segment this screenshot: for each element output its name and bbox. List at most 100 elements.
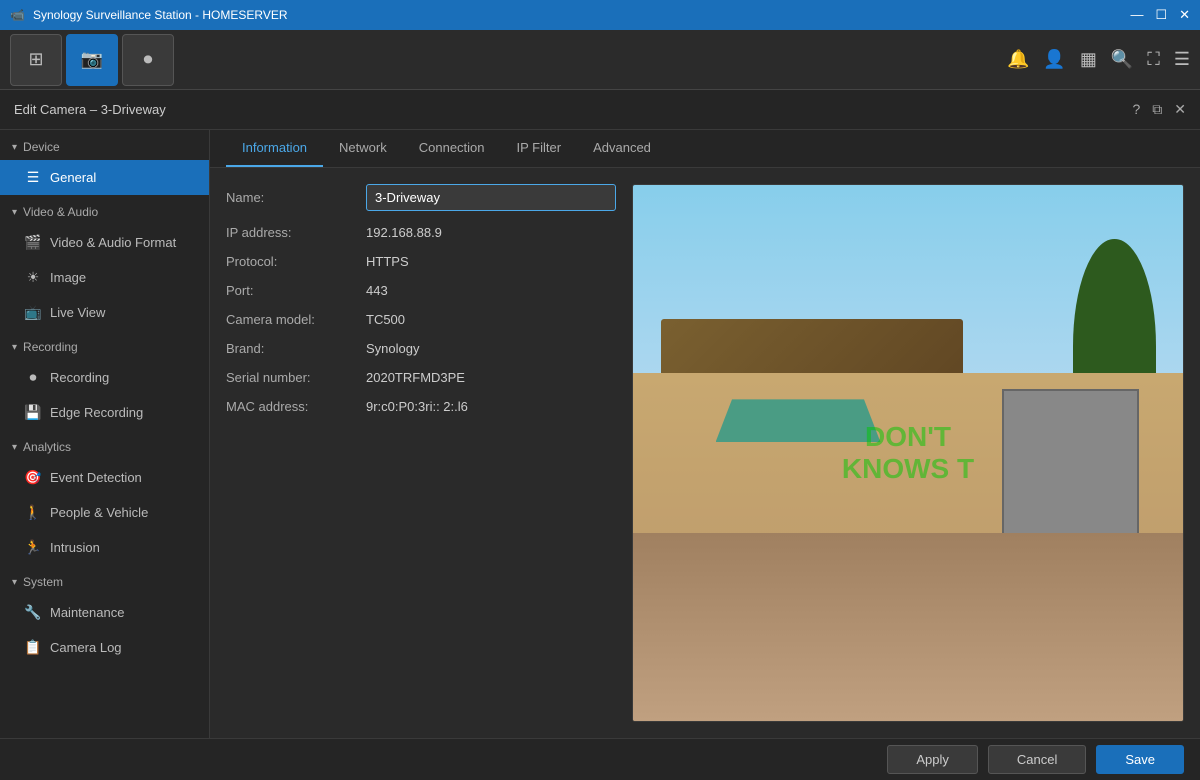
- apply-button[interactable]: Apply: [887, 745, 978, 774]
- sidebar-item-general[interactable]: ☰ General: [0, 160, 209, 195]
- awning-area: [716, 399, 881, 442]
- edit-camera-title: Edit Camera – 3-Driveway: [14, 102, 166, 117]
- video-audio-section-label: Video & Audio: [23, 205, 98, 219]
- sidebar-item-event-detection[interactable]: 🎯 Event Detection: [0, 460, 209, 495]
- video-audio-format-icon: 🎬: [24, 234, 42, 251]
- fullscreen-icon[interactable]: ⛶: [1147, 49, 1160, 70]
- subheader: Edit Camera – 3-Driveway ? ⧉ ✕: [0, 90, 1200, 130]
- general-icon: ☰: [24, 169, 42, 186]
- mac-value: 9r:c0:P0:3ri:: 2:.l6: [366, 399, 616, 414]
- brand-label: Brand:: [226, 341, 366, 356]
- tab-ip-filter[interactable]: IP Filter: [501, 130, 578, 167]
- model-value: TC500: [366, 312, 616, 327]
- grid-toolbar-button[interactable]: ⊞: [10, 34, 62, 86]
- user-icon[interactable]: 👤: [1043, 49, 1065, 70]
- sidebar-item-general-label: General: [50, 170, 96, 185]
- sidebar-item-intrusion[interactable]: 🏃 Intrusion: [0, 530, 209, 565]
- notification-icon[interactable]: 🔔: [1007, 49, 1029, 70]
- titlebar: 📹 Synology Surveillance Station - HOMESE…: [0, 0, 1200, 30]
- sidebar-item-live-view[interactable]: 📺 Live View: [0, 295, 209, 330]
- footer: Apply Cancel Save: [0, 738, 1200, 780]
- event-detection-icon: 🎯: [24, 469, 42, 486]
- video-audio-chevron-icon: ▾: [12, 207, 17, 218]
- analytics-section-label: Analytics: [23, 440, 71, 454]
- analytics-section-header[interactable]: ▾ Analytics: [0, 430, 209, 460]
- content-area: Information Network Connection IP Filter…: [210, 130, 1200, 738]
- protocol-row: Protocol: HTTPS: [226, 254, 616, 269]
- titlebar-left: 📹 Synology Surveillance Station - HOMESE…: [10, 8, 288, 22]
- layout-icon[interactable]: ▦: [1080, 49, 1097, 70]
- sidebar-item-event-detection-label: Event Detection: [50, 470, 142, 485]
- recording-icon: ⏺: [24, 369, 42, 386]
- sidebar-item-maintenance-label: Maintenance: [50, 605, 124, 620]
- sidebar-item-live-view-label: Live View: [50, 305, 105, 320]
- help-icon[interactable]: ?: [1132, 101, 1140, 118]
- tab-information[interactable]: Information: [226, 130, 323, 167]
- garage-area: [1002, 389, 1140, 539]
- recording-section-header[interactable]: ▾ Recording: [0, 330, 209, 360]
- tab-network[interactable]: Network: [323, 130, 403, 167]
- brand-row: Brand: Synology: [226, 341, 616, 356]
- sidebar-item-image[interactable]: ☀ Image: [0, 260, 209, 295]
- toolbar: ⊞ 📷 ⏺ 🔔 👤 ▦ 🔍 ⛶ ☰: [0, 30, 1200, 90]
- model-row: Camera model: TC500: [226, 312, 616, 327]
- menu-icon[interactable]: ☰: [1174, 49, 1190, 70]
- sidebar-item-people-vehicle-label: People & Vehicle: [50, 505, 148, 520]
- sidebar-item-camera-log[interactable]: 📋 Camera Log: [0, 630, 209, 665]
- maximize-button[interactable]: ☐: [1155, 7, 1167, 23]
- camera-log-icon: 📋: [24, 639, 42, 656]
- maintenance-icon: 🔧: [24, 604, 42, 621]
- system-chevron-icon: ▾: [12, 577, 17, 588]
- mac-row: MAC address: 9r:c0:P0:3ri:: 2:.l6: [226, 399, 616, 414]
- serial-label: Serial number:: [226, 370, 366, 385]
- sidebar-item-video-audio-format[interactable]: 🎬 Video & Audio Format: [0, 225, 209, 260]
- image-icon: ☀: [24, 269, 42, 286]
- model-label: Camera model:: [226, 312, 366, 327]
- sidebar-item-intrusion-label: Intrusion: [50, 540, 100, 555]
- analytics-chevron-icon: ▾: [12, 442, 17, 453]
- sidebar-item-recording-label: Recording: [50, 370, 109, 385]
- sidebar: ▾ Device ☰ General ▾ Video & Audio 🎬 Vid…: [0, 130, 210, 738]
- live-view-icon: 📺: [24, 304, 42, 321]
- sidebar-item-edge-recording[interactable]: 💾 Edge Recording: [0, 395, 209, 430]
- name-row: Name:: [226, 184, 616, 211]
- video-audio-section-header[interactable]: ▾ Video & Audio: [0, 195, 209, 225]
- dialog-close-icon[interactable]: ✕: [1174, 101, 1186, 118]
- record-icon: ⏺: [144, 49, 153, 70]
- port-label: Port:: [226, 283, 366, 298]
- minimize-button[interactable]: —: [1130, 7, 1143, 23]
- sidebar-item-maintenance[interactable]: 🔧 Maintenance: [0, 595, 209, 630]
- popout-icon[interactable]: ⧉: [1152, 101, 1162, 118]
- driveway-area: [633, 533, 1183, 721]
- name-input[interactable]: [366, 184, 616, 211]
- close-button[interactable]: ✕: [1179, 7, 1190, 23]
- subheader-actions: ? ⧉ ✕: [1132, 101, 1186, 118]
- system-section-header[interactable]: ▾ System: [0, 565, 209, 595]
- device-section-header[interactable]: ▾ Device: [0, 130, 209, 160]
- search-icon[interactable]: 🔍: [1111, 49, 1133, 70]
- form-section: Name: IP address: 192.168.88.9 Protocol:…: [226, 184, 616, 722]
- recording-section-label: Recording: [23, 340, 78, 354]
- tabs-bar: Information Network Connection IP Filter…: [210, 130, 1200, 168]
- camera-toolbar-button[interactable]: 📷: [66, 34, 118, 86]
- ip-value: 192.168.88.9: [366, 225, 616, 240]
- sidebar-item-recording[interactable]: ⏺ Recording: [0, 360, 209, 395]
- port-row: Port: 443: [226, 283, 616, 298]
- edge-recording-icon: 💾: [24, 404, 42, 421]
- save-button[interactable]: Save: [1096, 745, 1184, 774]
- toolbar-right: 🔔 👤 ▦ 🔍 ⛶ ☰: [1007, 49, 1190, 70]
- device-section-label: Device: [23, 140, 60, 154]
- intrusion-icon: 🏃: [24, 539, 42, 556]
- sidebar-item-people-vehicle[interactable]: 🚶 People & Vehicle: [0, 495, 209, 530]
- protocol-value: HTTPS: [366, 254, 616, 269]
- people-vehicle-icon: 🚶: [24, 504, 42, 521]
- cancel-button[interactable]: Cancel: [988, 745, 1086, 774]
- tab-connection[interactable]: Connection: [403, 130, 501, 167]
- titlebar-title: Synology Surveillance Station - HOMESERV…: [33, 8, 288, 22]
- record-toolbar-button[interactable]: ⏺: [122, 34, 174, 86]
- camera-icon: 📷: [81, 49, 103, 70]
- brand-value: Synology: [366, 341, 616, 356]
- system-section-label: System: [23, 575, 63, 589]
- tab-advanced[interactable]: Advanced: [577, 130, 667, 167]
- port-value: 443: [366, 283, 616, 298]
